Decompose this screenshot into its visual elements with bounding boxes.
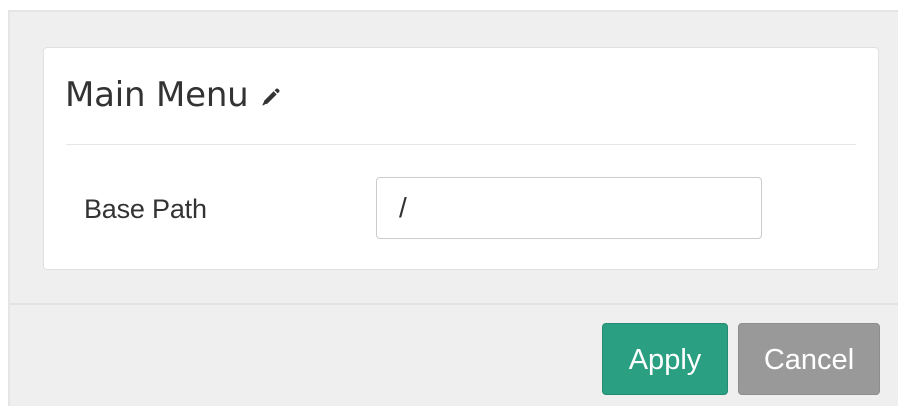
panel-title-row: Main Menu: [65, 73, 281, 117]
apply-button[interactable]: Apply: [602, 323, 728, 395]
title-divider: [66, 144, 856, 145]
base-path-label: Base Path: [84, 194, 207, 224]
footer-divider: [10, 303, 898, 305]
menu-settings-dialog: Main Menu Base Path Apply Cancel: [8, 10, 898, 406]
cancel-button[interactable]: Cancel: [738, 323, 880, 395]
pencil-icon-graphic: [261, 87, 280, 106]
pencil-icon[interactable]: [259, 87, 281, 109]
main-menu-panel: Main Menu Base Path: [43, 47, 879, 270]
base-path-input[interactable]: [376, 177, 762, 239]
panel-title: Main Menu: [65, 75, 249, 115]
